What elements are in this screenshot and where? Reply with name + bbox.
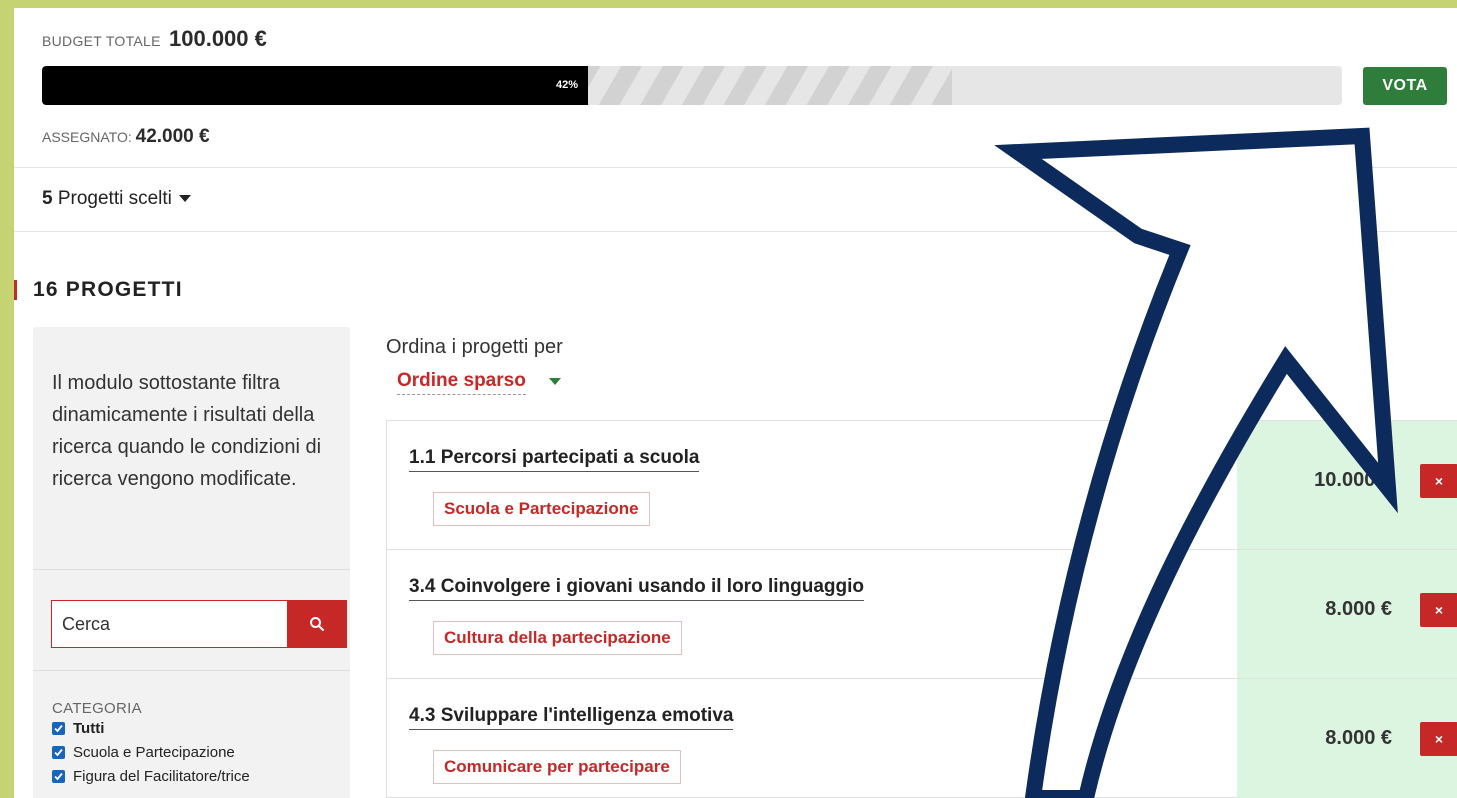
progress-fill: 42% (42, 66, 588, 105)
caret-down-icon (179, 195, 192, 203)
project-title-link[interactable]: 1.1 Percorsi partecipati a scuola (409, 447, 700, 472)
section-accent-bar (14, 280, 17, 300)
filter-sidebar: Il modulo sottostante filtra dinamicamen… (33, 327, 350, 798)
vote-button[interactable]: VOTA (1363, 67, 1447, 105)
budget-progress-bar: 42% (42, 66, 1342, 105)
budget-total-value: 100.000 € (169, 26, 267, 51)
category-label-text: Figura del Facilitatore/trice (73, 768, 250, 785)
remove-project-button[interactable]: × (1420, 464, 1457, 498)
chosen-label: Progetti scelti (57, 188, 172, 209)
project-amount: 8.000 € (1325, 727, 1392, 749)
project-category-tag[interactable]: Comunicare per partecipare (433, 750, 681, 784)
category-checkbox-scuola[interactable]: Scuola e Partecipazione (52, 744, 235, 761)
project-title-link[interactable]: 3.4 Coinvolgere i giovani usando il loro… (409, 576, 864, 601)
remove-project-button[interactable]: × (1420, 722, 1457, 756)
section-title: 16 PROGETTI (14, 274, 183, 306)
divider (14, 231, 1457, 232)
assigned-amount: ASSEGNATO: 42.000 € (42, 126, 210, 148)
projects-count-heading: 16 PROGETTI (33, 278, 183, 301)
project-amount: 8.000 € (1325, 598, 1392, 620)
checkbox-checked-icon[interactable] (52, 746, 65, 759)
progress-percent: 42% (555, 79, 578, 91)
chosen-projects-toggle[interactable]: 5 Progetti scelti (42, 188, 192, 210)
project-row: 1.1 Percorsi partecipati a scuola Scuola… (387, 421, 1457, 550)
category-checkbox-facilitatore[interactable]: Figura del Facilitatore/trice (52, 768, 250, 785)
remove-project-button[interactable]: × (1420, 593, 1457, 627)
project-row: 3.4 Coinvolgere i giovani usando il loro… (387, 550, 1457, 679)
budget-panel: BUDGET TOTALE 100.000 € 42% VOTA ASSEGNA… (14, 8, 1457, 798)
divider (33, 569, 350, 570)
category-label-text: Tutti (73, 720, 105, 737)
chosen-count: 5 (42, 188, 53, 209)
search-icon (310, 617, 324, 631)
sort-label: Ordina i progetti per (386, 336, 563, 358)
category-checkbox-all[interactable]: Tutti (52, 720, 104, 737)
filter-description: Il modulo sottostante filtra dinamicamen… (52, 372, 322, 490)
project-category-tag[interactable]: Scuola e Partecipazione (433, 492, 650, 526)
search-form (51, 600, 347, 648)
assigned-label: ASSEGNATO: (42, 129, 132, 145)
project-title-link[interactable]: 4.3 Sviluppare l'intelligenza emotiva (409, 705, 734, 730)
sort-dropdown[interactable]: Ordine sparso (397, 370, 526, 395)
project-amount: 10.000 € (1314, 469, 1392, 491)
category-label: CATEGORIA (52, 700, 142, 717)
project-amount-cell: 8.000 € × (1237, 550, 1457, 678)
divider (33, 670, 350, 671)
projects-list: 1.1 Percorsi partecipati a scuola Scuola… (386, 420, 1457, 798)
project-row: 4.3 Sviluppare l'intelligenza emotiva Co… (387, 679, 1457, 798)
search-button[interactable] (287, 600, 347, 648)
divider (14, 167, 1457, 168)
checkbox-checked-icon[interactable] (52, 770, 65, 783)
assigned-value: 42.000 € (135, 126, 210, 147)
project-category-tag[interactable]: Cultura della partecipazione (433, 621, 682, 655)
category-label-text: Scuola e Partecipazione (73, 744, 235, 761)
caret-down-icon[interactable] (549, 378, 561, 385)
budget-total-label: BUDGET TOTALE (42, 33, 161, 49)
budget-total: BUDGET TOTALE 100.000 € (42, 26, 267, 52)
project-amount-cell: 8.000 € × (1237, 679, 1457, 798)
project-amount-cell: 10.000 € × (1237, 421, 1457, 549)
checkbox-checked-icon[interactable] (52, 722, 65, 735)
search-input[interactable] (51, 600, 287, 648)
